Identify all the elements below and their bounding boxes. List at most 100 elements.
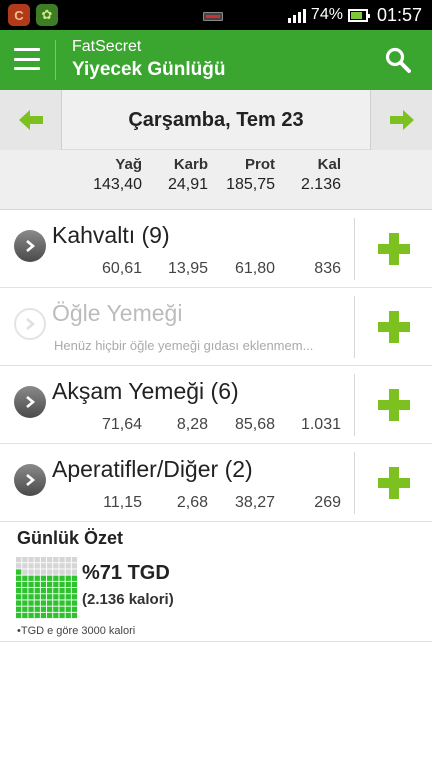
meal-snacks-open[interactable]: Aperatifler/Diğer (2) 11,15 2,68 38,27 2… (0, 444, 354, 521)
rdi-grid-cell (71, 563, 78, 569)
rdi-grid-cell (53, 606, 59, 612)
rdi-grid-cell (16, 594, 22, 600)
signal-icon (287, 7, 306, 23)
next-day-button[interactable] (370, 90, 432, 150)
plus-icon (378, 310, 410, 343)
rdi-grid-cell (34, 581, 40, 588)
app-name: FatSecret (72, 38, 142, 55)
meal-lunch-open[interactable]: Öğle Yemeği Henüz hiçbir öğle yemeği gıd… (0, 288, 354, 365)
meal-title: Aperatifler/Diğer (2) (52, 456, 253, 482)
rdi-grid-cell (47, 581, 53, 588)
totals-value-calories: 2.136 (300, 176, 341, 193)
rdi-grid-cell (34, 569, 40, 575)
meal-row-breakfast: Kahvaltı (9) 60,61 13,95 61,80 836 (0, 210, 432, 288)
rdi-grid-cell (47, 600, 53, 606)
rdi-grid-cell (34, 600, 40, 606)
rdi-grid-cell (22, 581, 28, 588)
rdi-grid-cell (40, 606, 47, 612)
daily-totals: Yağ Karb Prot Kal 143,40 24,91 185,75 2.… (0, 150, 432, 210)
rdi-grid-cell (28, 588, 34, 594)
add-lunch-button[interactable] (356, 288, 432, 365)
rdi-grid-cell (16, 606, 22, 612)
meal-empty-text: Henüz hiçbir öğle yemeği gıdası eklenmem… (54, 338, 314, 353)
rdi-grid-cell (47, 594, 53, 600)
rdi-grid-cell (40, 575, 47, 581)
rdi-grid-cell (34, 557, 40, 563)
meal-carb: 8,28 (176, 416, 208, 433)
rdi-grid-cell (34, 563, 40, 569)
rdi-grid-cell (16, 563, 22, 569)
clock: 01:57 (376, 4, 422, 25)
meal-calories: 269 (314, 494, 341, 511)
meal-row-lunch: Öğle Yemeği Henüz hiçbir öğle yemeği gıd… (0, 288, 432, 366)
rdi-grid-cell (59, 600, 65, 606)
rdi-grid-cell (53, 600, 59, 606)
meal-fat: 11,15 (103, 494, 142, 511)
rdi-grid-cell (16, 575, 22, 581)
rdi-grid-cell (71, 600, 78, 606)
rdi-grid-cell (59, 557, 65, 563)
rdi-grid-cell (28, 581, 34, 588)
rdi-grid-cell (28, 594, 34, 600)
rdi-grid-cell (65, 563, 71, 569)
rdi-grid-cell (71, 581, 78, 588)
rdi-progress-grid (16, 557, 78, 619)
add-snack-button[interactable] (356, 444, 432, 521)
rdi-grid-cell (71, 557, 78, 563)
add-dinner-button[interactable] (356, 366, 432, 443)
previous-day-button[interactable] (0, 90, 62, 150)
rdi-grid-cell (65, 557, 71, 563)
rdi-grid-cell (28, 569, 34, 575)
current-date[interactable]: Çarşamba, Tem 23 (62, 90, 370, 150)
rdi-grid-cell (34, 588, 40, 594)
rdi-grid-cell (34, 594, 40, 600)
rdi-grid-cell (59, 594, 65, 600)
rdi-grid-cell (71, 569, 78, 575)
rdi-grid-cell (71, 575, 78, 581)
sd-card-icon (203, 12, 223, 21)
rdi-grid-cell (71, 588, 78, 594)
rdi-grid-cell (40, 612, 47, 619)
rdi-grid-cell (16, 588, 22, 594)
chevron-right-icon (14, 386, 46, 418)
menu-icon[interactable] (14, 48, 40, 70)
rdi-grid-cell (53, 594, 59, 600)
battery-percent: 74% (310, 6, 343, 23)
rdi-grid-cell (59, 588, 65, 594)
rdi-grid-cell (28, 575, 34, 581)
rdi-grid-cell (53, 569, 59, 575)
meal-row-dinner: Akşam Yemeği (6) 71,64 8,28 85,68 1.031 (0, 366, 432, 444)
rdi-grid-cell (34, 606, 40, 612)
rdi-grid-cell (59, 606, 65, 612)
totals-value-fat: 143,40 (93, 176, 142, 193)
rdi-grid-cell (16, 569, 22, 575)
rdi-calories: (2.136 kalori) (82, 591, 174, 608)
rdi-grid-cell (40, 594, 47, 600)
rdi-grid-cell (65, 575, 71, 581)
meal-breakfast-open[interactable]: Kahvaltı (9) 60,61 13,95 61,80 836 (0, 210, 354, 287)
chevron-right-icon (14, 464, 46, 496)
rdi-grid-cell (40, 588, 47, 594)
rdi-grid-cell (71, 606, 78, 612)
rdi-grid-cell (16, 612, 22, 619)
meal-dinner-open[interactable]: Akşam Yemeği (6) 71,64 8,28 85,68 1.031 (0, 366, 354, 443)
rdi-grid-cell (53, 575, 59, 581)
rdi-grid-cell (53, 563, 59, 569)
rdi-grid-cell (34, 575, 40, 581)
rdi-grid-cell (40, 569, 47, 575)
meal-title: Akşam Yemeği (6) (52, 378, 239, 404)
search-icon[interactable] (384, 46, 412, 74)
rdi-grid-cell (65, 581, 71, 588)
rdi-grid-cell (65, 594, 71, 600)
rdi-grid-cell (59, 575, 65, 581)
rdi-percent: %71 TGD (82, 562, 170, 584)
meal-row-snacks: Aperatifler/Diğer (2) 11,15 2,68 38,27 2… (0, 444, 432, 522)
chevron-right-icon (14, 308, 46, 340)
rdi-grid-cell (22, 557, 28, 563)
rdi-grid-cell (47, 557, 53, 563)
rdi-grid-cell (22, 588, 28, 594)
rdi-grid-cell (16, 581, 22, 588)
rdi-grid-cell (16, 557, 22, 563)
add-breakfast-button[interactable] (356, 210, 432, 287)
status-bar: C ✿ 74% 01:57 (0, 0, 432, 30)
